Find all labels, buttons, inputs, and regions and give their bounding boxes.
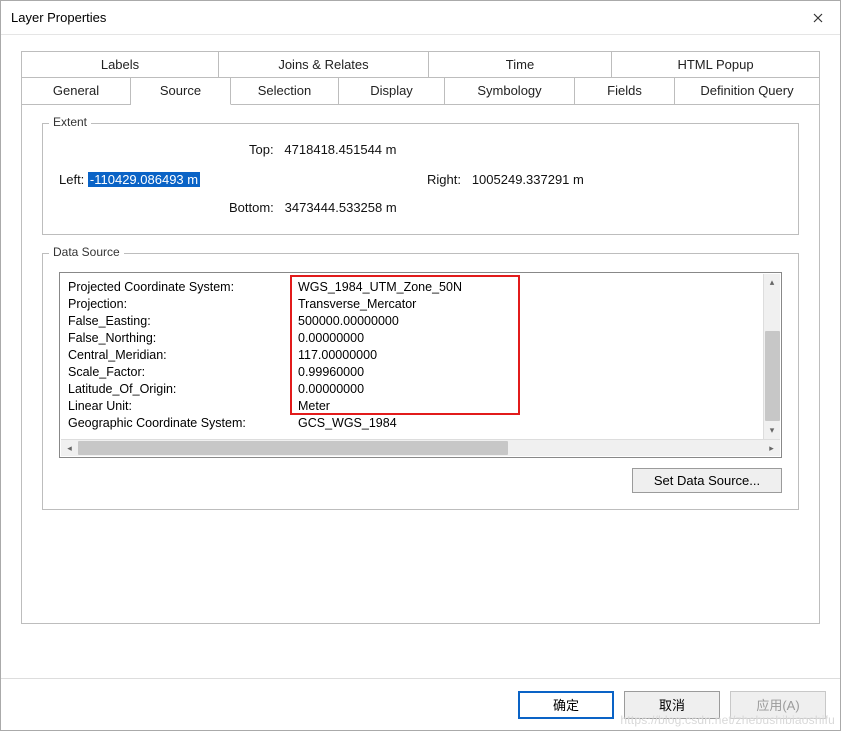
tab-general[interactable]: General [21,77,131,104]
extent-top-value: 4718418.451544 m [284,142,396,157]
scroll-thumb[interactable] [765,331,780,421]
data-source-text[interactable]: Projected Coordinate System:WGS_1984_UTM… [59,272,782,458]
ok-button[interactable]: 确定 [518,691,614,719]
extent-group-label: Extent [49,115,91,129]
extent-group: Extent Top: 4718418.451544 m Left: -1104… [42,123,799,235]
ds-row: Projection:Transverse_Mercator [68,296,773,313]
tab-symbology[interactable]: Symbology [445,77,575,104]
hscroll-thumb[interactable] [78,441,508,455]
vertical-scrollbar[interactable]: ▴ ▾ [763,274,780,439]
close-icon[interactable] [796,1,840,35]
extent-left-value[interactable]: -110429.086493 m [88,172,200,187]
tab-source[interactable]: Source [131,77,231,105]
data-source-group-label: Data Source [49,245,124,259]
dialog-footer: 确定 取消 应用(A) [1,678,840,730]
ds-row: Latitude_Of_Origin:0.00000000 [68,381,773,398]
cancel-button[interactable]: 取消 [624,691,720,719]
tabs: Labels Joins & Relates Time HTML Popup G… [21,51,820,624]
scroll-down-icon[interactable]: ▾ [764,422,780,439]
tab-labels[interactable]: Labels [21,51,219,78]
tab-panel-source: Extent Top: 4718418.451544 m Left: -1104… [21,104,820,624]
ds-row: Projected Coordinate System:WGS_1984_UTM… [68,279,773,296]
scroll-left-icon[interactable]: ◂ [61,440,78,456]
tab-joins-relates[interactable]: Joins & Relates [219,51,429,78]
extent-grid: Top: 4718418.451544 m Left: -110429.0864… [59,142,782,220]
extent-top-label: Top: [249,142,274,157]
ds-row: Scale_Factor:0.99960000 [68,364,773,381]
tab-fields[interactable]: Fields [575,77,675,104]
tab-selection[interactable]: Selection [231,77,339,104]
extent-right-label: Right: [427,172,461,187]
horizontal-scrollbar[interactable]: ◂ ▸ [61,439,780,456]
apply-button[interactable]: 应用(A) [730,691,826,719]
extent-left-label: Left: [59,172,84,187]
extent-right-value: 1005249.337291 m [472,172,584,187]
tab-html-popup[interactable]: HTML Popup [612,51,820,78]
set-data-source-button[interactable]: Set Data Source... [632,468,782,493]
tab-definition-query[interactable]: Definition Query [675,77,820,104]
extent-bottom-label: Bottom: [229,200,274,215]
scroll-up-icon[interactable]: ▴ [764,274,780,291]
ds-row: Central_Meridian:117.00000000 [68,347,773,364]
content-area: Labels Joins & Relates Time HTML Popup G… [1,35,840,678]
ds-row-gcs: Geographic Coordinate System:GCS_WGS_198… [68,415,773,432]
tab-display[interactable]: Display [339,77,445,104]
scroll-right-icon[interactable]: ▸ [763,440,780,456]
ds-row: False_Easting:500000.00000000 [68,313,773,330]
titlebar: Layer Properties [1,1,840,35]
ds-row: False_Northing:0.00000000 [68,330,773,347]
extent-bottom-value: 3473444.533258 m [285,200,397,215]
tab-time[interactable]: Time [429,51,612,78]
data-source-group: Data Source Projected Coordinate System:… [42,253,799,510]
window-title: Layer Properties [11,10,106,25]
ds-row: Linear Unit:Meter [68,398,773,415]
